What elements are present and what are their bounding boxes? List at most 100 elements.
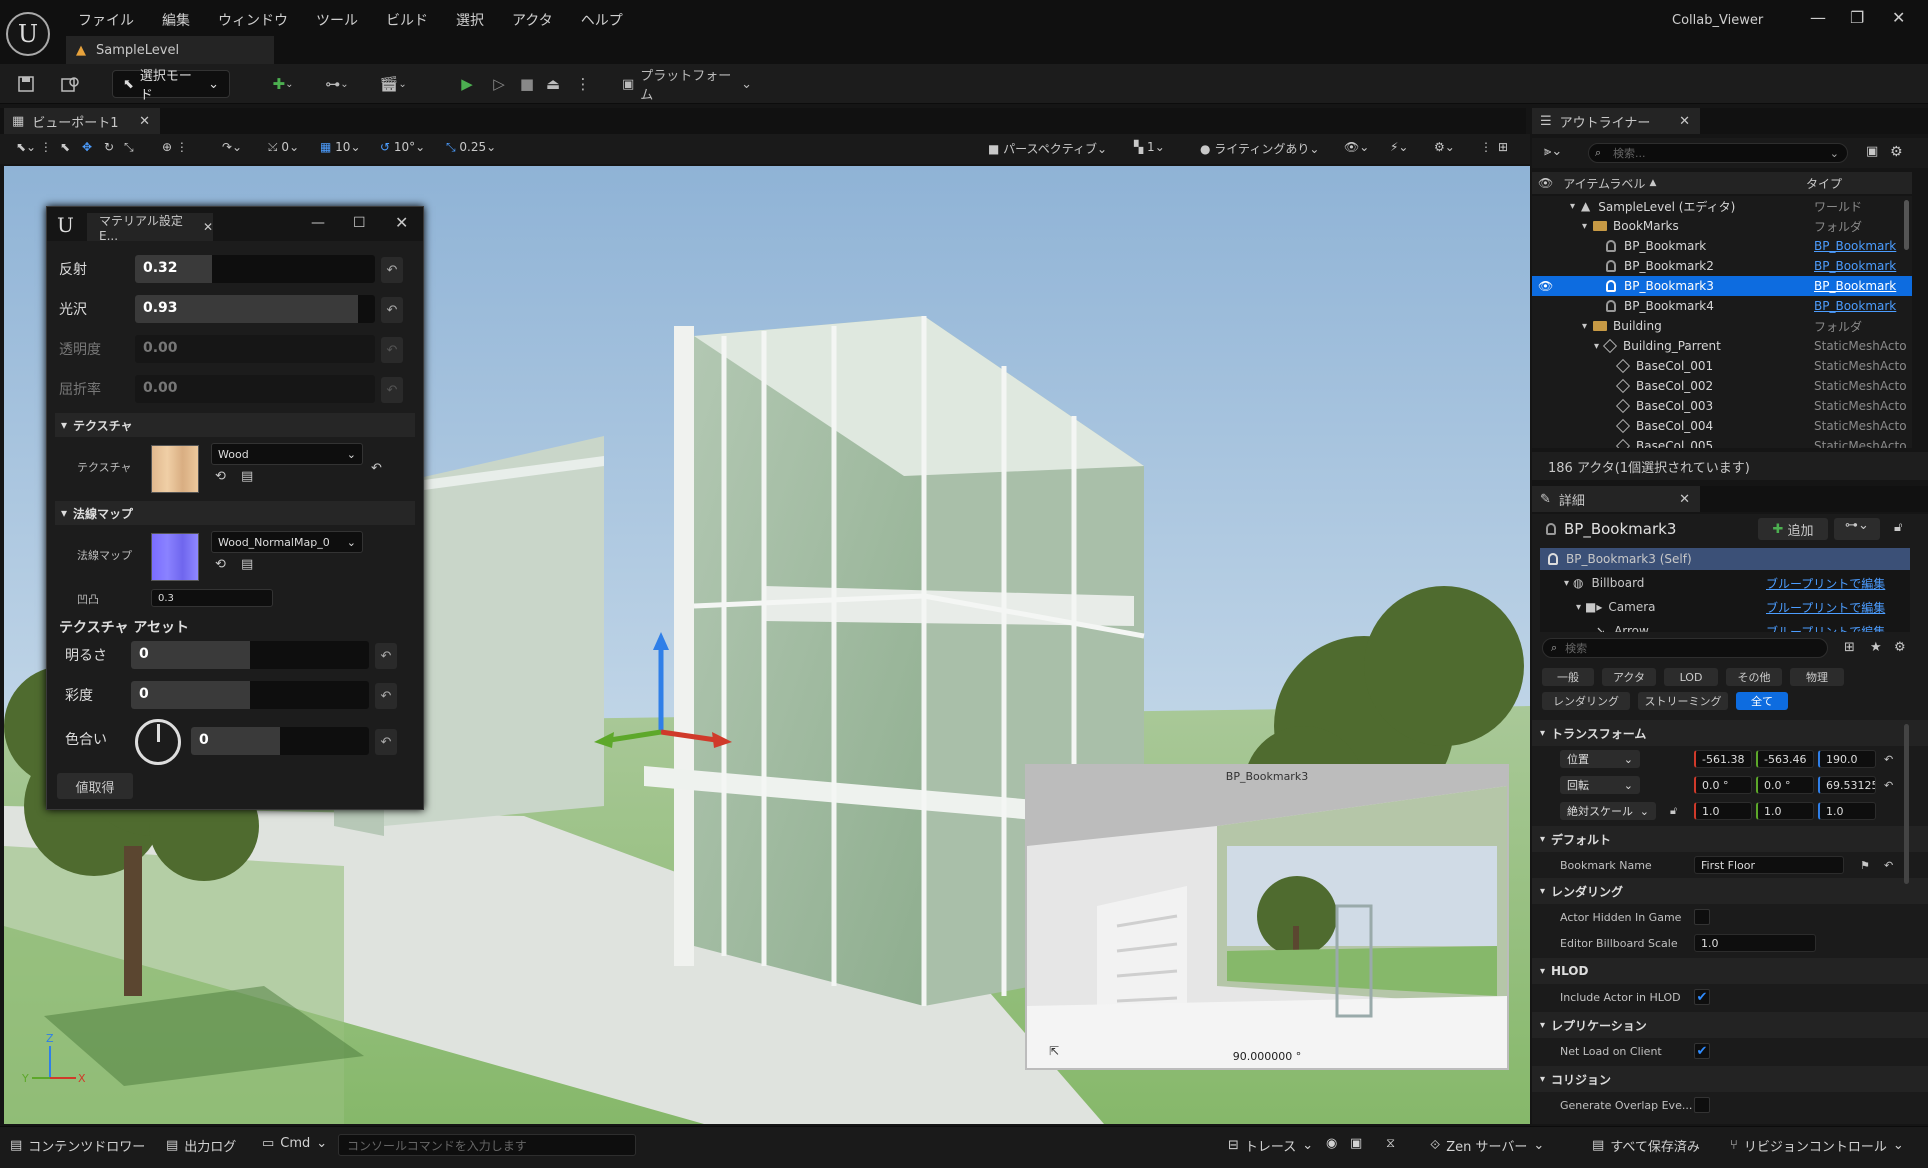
visibility-icon[interactable]: 👁︎ <box>1538 279 1553 293</box>
rotation-z-field[interactable]: 69.53125 <box>1818 776 1876 794</box>
billboard-scale-field[interactable]: 1.0 <box>1694 934 1816 952</box>
texture-dropdown[interactable]: Wood ⌄ <box>211 443 363 465</box>
edit-in-blueprint-link[interactable]: ブループリントで編集 <box>1766 599 1885 616</box>
list-item-type-link[interactable]: BP_Bookmark <box>1814 279 1906 293</box>
close-icon[interactable]: ✕ <box>203 220 213 234</box>
location-mode-dropdown[interactable]: 位置 ⌄ <box>1560 750 1640 768</box>
close-window-icon[interactable]: ✕ <box>395 213 408 232</box>
list-item[interactable]: BaseCol_001 StaticMeshActor <box>1532 356 1912 376</box>
normal-map-thumbnail[interactable] <box>151 533 199 581</box>
perspective-dropdown[interactable]: ■ パースペクティブ⌄ <box>988 140 1107 157</box>
scale-x-field[interactable]: 1.0 <box>1694 802 1752 820</box>
screenshot-icon[interactable]: ▣ <box>1350 1136 1362 1151</box>
unreal-logo-icon[interactable]: U <box>6 12 50 56</box>
section-collision[interactable]: ▾ コリジョン <box>1532 1066 1928 1092</box>
filter-rendering[interactable]: レンダリング <box>1542 692 1630 710</box>
platform-dropdown[interactable]: ▣ プラットフォーム ⌄ <box>622 69 752 103</box>
select-tool-icon[interactable]: ⬉ <box>60 140 70 154</box>
scale-lock-icon[interactable]: 🔓︎ <box>1670 804 1677 818</box>
save-icon[interactable] <box>14 70 38 98</box>
viewport-options-icon[interactable]: ⋮ <box>1480 140 1492 154</box>
viewport-tab[interactable]: ▦ ビューポート1 ✕ <box>4 108 160 134</box>
location-x-field[interactable]: -561.38 <box>1694 750 1752 768</box>
bookmark-name-field[interactable]: First Floor <box>1694 856 1844 874</box>
material-window-tab[interactable]: マテリアル設定 E... ✕ <box>87 213 213 243</box>
use-selected-icon[interactable]: ⟲ <box>215 557 226 572</box>
expand-icon[interactable]: ▾ <box>1582 221 1587 232</box>
reset-icon[interactable]: ↶ <box>375 729 397 755</box>
grid-snap[interactable]: ▦ 10⌄ <box>320 140 361 154</box>
include-hlod-checkbox[interactable]: ✔ <box>1694 989 1710 1005</box>
stop-icon[interactable]: ■ <box>516 70 538 98</box>
filter-icon[interactable]: ⫸⌄ <box>1544 144 1562 159</box>
menu-actor[interactable]: アクタ <box>498 10 567 30</box>
minimize-icon[interactable]: — <box>311 215 325 231</box>
level-tab[interactable]: ▲ SampleLevel <box>66 36 274 64</box>
list-item[interactable]: BaseCol_002 StaticMeshActor <box>1532 376 1912 396</box>
settings-icon[interactable]: ⚙ <box>1890 144 1903 160</box>
normal-map-dropdown[interactable]: Wood_NormalMap_0 ⌄ <box>211 531 363 553</box>
section-rendering[interactable]: ▾ レンダリング <box>1532 878 1928 904</box>
menu-help[interactable]: ヘルプ <box>567 10 637 30</box>
add-actor-icon[interactable]: ✚ ⌄ <box>266 70 300 98</box>
filter-lod[interactable]: LOD <box>1664 668 1718 686</box>
list-item[interactable]: ▾ BookMarks フォルダ <box>1532 216 1912 236</box>
add-component-button[interactable]: ✚ 追加 <box>1758 518 1828 540</box>
reset-icon[interactable]: ↶ <box>371 461 382 476</box>
list-item-type-link[interactable]: BP_Bookmark <box>1814 239 1906 253</box>
scale-z-field[interactable]: 1.0 <box>1818 802 1876 820</box>
reset-icon[interactable]: ↶ <box>1884 859 1893 872</box>
save-all-button[interactable]: ▤ すべて保存済み <box>1592 1136 1700 1155</box>
filter-general[interactable]: 一般 <box>1542 668 1594 686</box>
hue-slider[interactable]: 0 <box>191 727 369 755</box>
close-icon[interactable]: ✕ <box>1679 114 1690 129</box>
move-tool-icon[interactable]: ✥ <box>82 140 92 154</box>
menu-edit[interactable]: 編集 <box>148 10 204 30</box>
menu-tools[interactable]: ツール <box>302 10 372 30</box>
overlap-checkbox[interactable] <box>1694 1097 1710 1113</box>
maximize-button[interactable]: ❐ <box>1850 8 1864 27</box>
timer-icon[interactable]: ⧖ <box>1386 1136 1395 1151</box>
reflection-slider[interactable]: 0.32 <box>135 255 375 283</box>
details-tab[interactable]: ✎ 詳細 ✕ <box>1532 486 1700 512</box>
close-icon[interactable]: ✕ <box>139 114 150 129</box>
details-search-input[interactable]: ⌕ 検索 <box>1542 638 1828 658</box>
close-button[interactable]: ✕ <box>1892 8 1905 27</box>
translate-snap[interactable]: ⤩ 0⌄ <box>268 140 299 155</box>
console-input[interactable]: コンソールコマンドを入力します <box>338 1134 636 1156</box>
play-options-icon[interactable]: ⋮ <box>576 70 591 98</box>
use-selected-icon[interactable]: ⟲ <box>215 469 226 484</box>
lock-icon[interactable]: 🔓︎ <box>1894 520 1902 535</box>
revision-control-dropdown[interactable]: ⑂ リビジョンコントロール ⌄ <box>1730 1136 1904 1155</box>
saturation-slider[interactable]: 0 <box>131 681 369 709</box>
get-value-button[interactable]: 値取得 <box>57 773 133 799</box>
reset-icon[interactable]: ↶ <box>1884 753 1893 766</box>
section-hlod[interactable]: ▾ HLOD <box>1532 958 1928 984</box>
menu-window[interactable]: ウィンドウ <box>204 10 302 30</box>
filter-all[interactable]: 全て <box>1736 692 1788 710</box>
filter-actor[interactable]: アクタ <box>1602 668 1656 686</box>
settings-icon[interactable]: ⚙ <box>1894 640 1906 655</box>
outliner-scrollbar[interactable] <box>1904 200 1909 250</box>
expand-icon[interactable]: ▾ <box>1594 341 1599 352</box>
cmd-dropdown[interactable]: ▭ Cmd ⌄ <box>262 1136 327 1151</box>
outliner-tab[interactable]: ☰ アウトライナー ✕ <box>1532 108 1700 134</box>
trace-dropdown[interactable]: ⊟ トレース ⌄ <box>1228 1136 1313 1155</box>
minimize-button[interactable]: — <box>1810 8 1826 27</box>
list-item[interactable]: BaseCol_004 StaticMeshActor <box>1532 416 1912 436</box>
blueprint-icon[interactable]: ⊶ ⌄ <box>320 70 354 98</box>
gloss-slider[interactable]: 0.93 <box>135 295 375 323</box>
filter-streaming[interactable]: ストリーミング <box>1638 692 1728 710</box>
reset-icon[interactable]: ↶ <box>1884 779 1893 792</box>
menu-build[interactable]: ビルド <box>372 10 442 30</box>
realtime-icon[interactable]: ⚡︎⌄ <box>1390 140 1408 154</box>
pin-icon[interactable]: ⇱ <box>1049 1044 1059 1058</box>
expand-icon[interactable]: ▾ <box>1582 321 1587 332</box>
content-drawer-button[interactable]: ▤ コンテンツドロワー <box>10 1136 145 1155</box>
location-y-field[interactable]: -563.46 <box>1756 750 1814 768</box>
section-default[interactable]: ▾ デフォルト <box>1532 826 1928 852</box>
menu-select[interactable]: 選択 <box>442 10 498 30</box>
reset-icon[interactable]: ↶ <box>381 257 403 283</box>
step-icon[interactable]: ▷ <box>488 70 510 98</box>
reset-icon[interactable]: ↶ <box>375 643 397 669</box>
